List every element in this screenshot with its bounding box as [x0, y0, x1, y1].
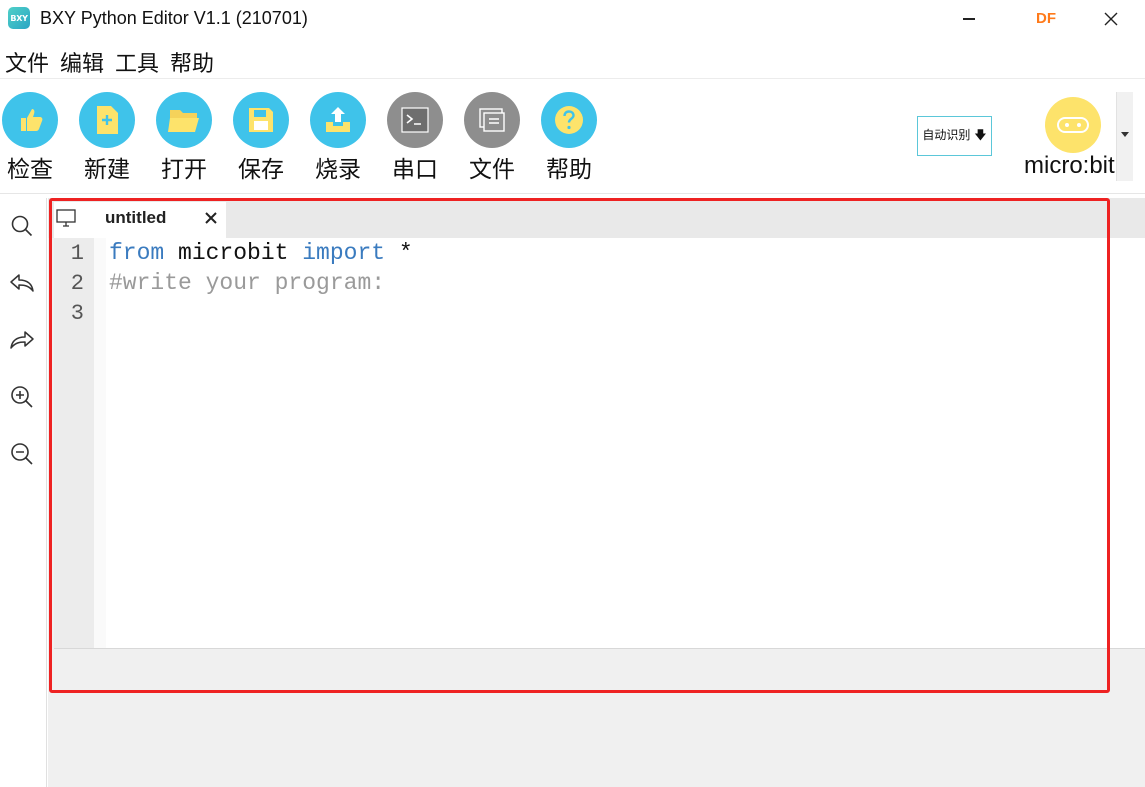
files-label: 文件	[469, 157, 515, 183]
menu-help[interactable]: 帮助	[165, 42, 220, 78]
title-bar: BXY BXY Python Editor V1.1 (210701) DF	[0, 0, 1145, 38]
redo-icon	[10, 331, 34, 349]
undo-icon	[10, 274, 34, 292]
menu-divider	[0, 78, 1145, 79]
line-number: 2	[70, 271, 84, 296]
check-button[interactable]: 检查	[0, 88, 62, 184]
new-button[interactable]: 新建	[75, 88, 139, 184]
line-number: 3	[70, 301, 84, 326]
flash-button[interactable]: 烧录	[306, 88, 370, 184]
terminal-icon	[387, 92, 443, 148]
tab-title: untitled	[105, 208, 167, 227]
module-name: microbit	[164, 240, 303, 266]
line-number-gutter: 1 2 3	[54, 238, 94, 648]
keyword-import: import	[302, 240, 386, 266]
code-line-1: from microbit import *	[109, 240, 413, 266]
line-number: 1	[70, 241, 84, 266]
keyword-from: from	[109, 240, 165, 266]
code-line-2: #write your program:	[109, 270, 386, 296]
save-label: 保存	[238, 157, 284, 183]
zoom-out-button[interactable]	[8, 440, 36, 468]
menu-bar: 文件 编辑 工具 帮助	[0, 42, 220, 78]
help-icon	[541, 92, 597, 148]
open-button[interactable]: 打开	[152, 88, 216, 184]
code-editor[interactable]: 1 2 3 from microbit import * #write your…	[54, 238, 1145, 648]
upload-icon	[310, 92, 366, 148]
help-button[interactable]: 帮助	[537, 88, 601, 184]
serial-button[interactable]: 串口	[383, 88, 447, 184]
import-star: *	[385, 240, 413, 266]
new-file-icon	[79, 92, 135, 148]
check-label: 检查	[7, 157, 53, 183]
minimize-icon	[963, 18, 975, 20]
menu-file[interactable]: 文件	[0, 42, 55, 78]
monitor-icon	[56, 209, 76, 227]
thumbs-up-icon	[2, 92, 58, 148]
menu-tools[interactable]: 工具	[110, 42, 165, 78]
df-badge: DF	[1036, 10, 1056, 27]
search-button[interactable]	[8, 212, 36, 240]
editor-area: untitled 1 2 3 from microbit import * #w…	[48, 198, 1145, 787]
search-icon	[11, 215, 33, 237]
auto-detect-button[interactable]: 自动识别 🡇	[917, 116, 992, 156]
app-logo: BXY	[8, 7, 30, 29]
gutter-margin	[94, 238, 106, 648]
zoom-in-button[interactable]	[8, 383, 36, 411]
zoom-in-icon	[11, 386, 33, 408]
files-icon	[464, 92, 520, 148]
menu-edit[interactable]: 编辑	[55, 42, 110, 78]
folder-open-icon	[156, 92, 212, 148]
redo-button[interactable]	[8, 326, 36, 354]
close-window-button[interactable]	[1088, 4, 1134, 34]
microbit-board-icon[interactable]	[1045, 97, 1101, 153]
window-title: BXY Python Editor V1.1 (210701)	[40, 8, 308, 28]
serial-label: 串口	[392, 157, 438, 183]
tab-bar: untitled	[48, 198, 1145, 238]
flash-label: 烧录	[315, 157, 361, 183]
board-label: micro:bit	[1024, 152, 1115, 179]
side-toolbar	[0, 198, 47, 787]
save-button[interactable]: 保存	[229, 88, 293, 184]
tab-untitled[interactable]: untitled	[54, 202, 226, 238]
close-icon	[1104, 12, 1118, 26]
zoom-out-icon	[11, 443, 33, 465]
open-label: 打开	[161, 157, 207, 183]
chevron-down-icon	[1121, 132, 1129, 137]
toolbar-divider	[0, 193, 1145, 194]
close-tab-icon[interactable]	[204, 211, 218, 225]
output-panel	[54, 648, 1145, 787]
save-icon	[233, 92, 289, 148]
minimize-button[interactable]	[946, 4, 992, 34]
undo-button[interactable]	[8, 269, 36, 297]
board-dropdown[interactable]	[1116, 92, 1133, 181]
help-label: 帮助	[546, 157, 592, 183]
new-label: 新建	[84, 157, 130, 183]
files-button[interactable]: 文件	[460, 88, 524, 184]
